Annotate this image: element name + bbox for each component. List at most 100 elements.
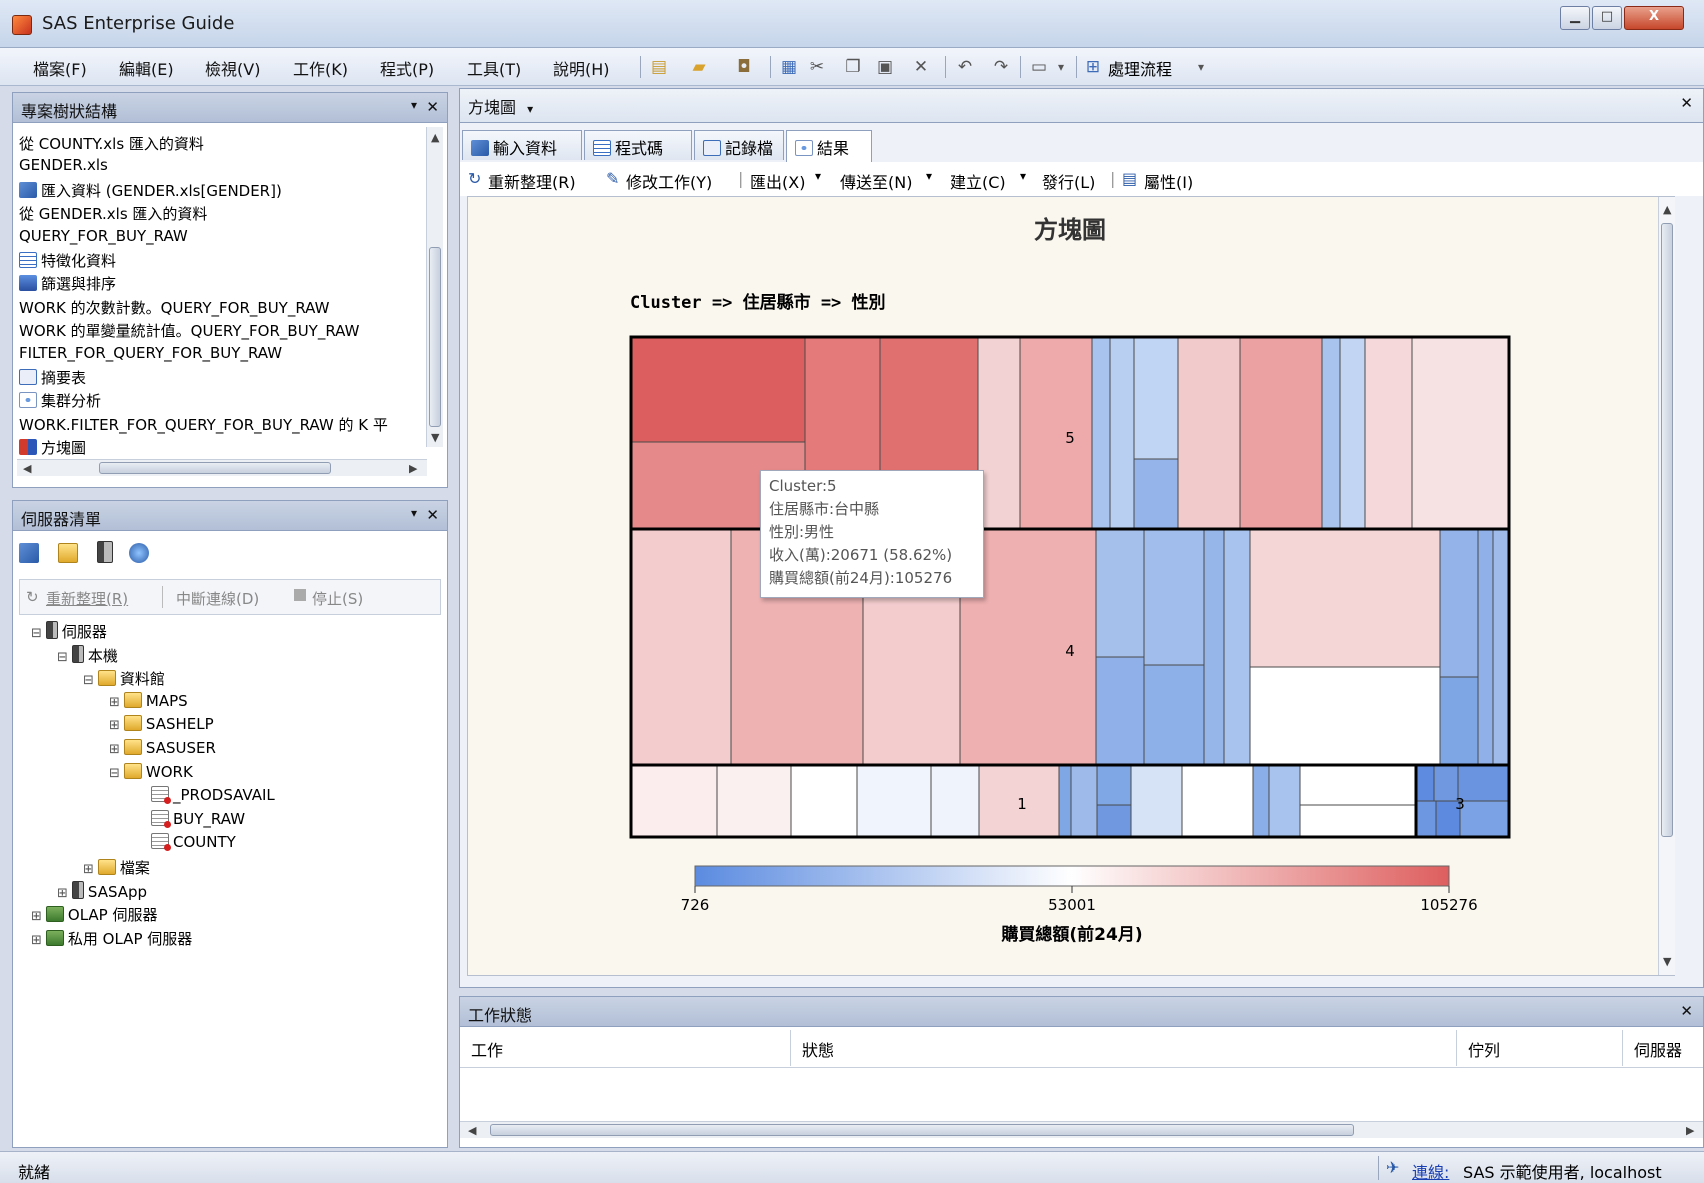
panel-menu-icon[interactable]: ▾ [411,506,417,520]
scroll-left-icon[interactable]: ◀ [468,1124,476,1137]
project-tree-item[interactable]: 摘要表 [19,367,86,388]
mosaic-cell[interactable] [1133,458,1179,530]
server-tree-node[interactable]: ⊞ OLAP 伺服器 [31,904,158,925]
cut-icon[interactable]: ✂ [806,56,828,78]
chevron-down-icon[interactable]: ▾ [1050,56,1072,78]
column-task[interactable]: 工作 [471,1037,503,1061]
collapse-icon[interactable]: ⊟ [83,673,94,688]
mosaic-cell[interactable] [1457,764,1510,802]
collapse-icon[interactable]: ⊟ [31,626,42,641]
mosaic-cell[interactable] [1096,804,1132,838]
expand-icon[interactable]: ⊞ [109,742,120,757]
server-view-icon[interactable] [96,541,113,563]
server-tree-node[interactable]: ⊟ WORK [109,762,193,781]
mosaic-cell[interactable] [1252,764,1270,838]
mosaic-cell[interactable] [1339,336,1366,530]
mosaic-cell[interactable] [1095,528,1145,658]
copy-icon[interactable]: ❐ [842,56,864,78]
menu-program[interactable]: 程式(P) [380,56,434,80]
mosaic-cell[interactable] [1439,528,1479,678]
vertical-scrollbar[interactable]: ▲ ▼ [426,127,443,447]
mosaic-cell[interactable] [1411,336,1510,530]
mosaic-cell[interactable] [1268,764,1301,838]
mosaic-cell[interactable] [977,336,1021,530]
expand-icon[interactable]: ⊞ [83,862,94,877]
column-queue[interactable]: 佇列 [1468,1037,1500,1061]
tab-code[interactable]: 程式碼 [584,130,692,160]
mosaic-cell[interactable] [1109,336,1135,530]
export-button[interactable]: 匯出(X) [750,169,805,193]
chevron-down-icon[interactable]: ▾ [926,169,932,183]
mosaic-cell[interactable] [1096,764,1132,806]
globe-icon[interactable] [129,543,150,563]
server-tree-node[interactable]: BUY_RAW [135,809,245,828]
menu-task[interactable]: 工作(K) [293,56,348,80]
disconnect-button[interactable]: 中斷連線(D) [176,588,259,609]
mosaic-cell[interactable] [630,336,806,443]
mosaic-cell[interactable] [790,764,858,838]
project-tree-item[interactable]: WORK 的次數計數。QUERY_FOR_BUY_RAW [19,297,329,318]
horizontal-scrollbar[interactable]: ◀ ▶ [17,459,427,476]
delete-icon[interactable]: ✕ [910,56,932,78]
chevron-down-icon[interactable]: ▾ [527,102,533,116]
process-flow-icon[interactable]: ⊞ [1082,56,1104,78]
scroll-up-icon[interactable]: ▲ [431,131,439,144]
mosaic-cell[interactable] [630,764,718,838]
document-title[interactable]: 方塊圖 [468,98,516,117]
menu-help[interactable]: 說明(H) [553,56,610,80]
undo-icon[interactable]: ↶ [954,56,976,78]
scroll-down-icon[interactable]: ▼ [431,431,439,444]
expand-icon[interactable]: ⊞ [109,718,120,733]
tab-log[interactable]: 記錄檔 [694,130,784,160]
project-tree-item[interactable]: FILTER_FOR_QUERY_FOR_BUY_RAW [19,344,282,362]
server-tree-node[interactable]: ⊞ 私用 OLAP 伺服器 [31,928,192,949]
column-status[interactable]: 狀態 [802,1037,834,1061]
save-icon[interactable]: ◘ [733,56,755,78]
mosaic-cell[interactable] [1058,764,1072,838]
close-icon[interactable]: ✕ [426,506,439,524]
mosaic-cell[interactable] [1091,336,1111,530]
horizontal-scrollbar[interactable]: ◀ ▶ [460,1121,1703,1138]
folder-icon[interactable] [57,543,78,563]
server-tree-node[interactable]: ⊞ SASApp [57,880,147,901]
paste-icon[interactable]: ▣ [874,56,896,78]
server-tree-node[interactable]: ⊟ 伺服器 [31,621,107,642]
expand-icon[interactable]: ⊞ [109,695,120,710]
scroll-up-icon[interactable]: ▲ [1663,203,1671,216]
mosaic-cell[interactable] [1223,528,1251,766]
mosaic-cell[interactable] [1492,528,1510,766]
project-tree-item[interactable]: QUERY_FOR_BUY_RAW [19,227,188,245]
mosaic-cell[interactable] [1143,664,1205,766]
project-tree-item[interactable]: 方塊圖 [19,437,86,458]
server-tree-node[interactable]: ⊟ 資料館 [83,668,165,689]
server-icon[interactable] [19,543,39,563]
refresh-button[interactable]: 重新整理(R) [488,169,576,193]
vertical-scrollbar[interactable]: ▲ ▼ [1658,197,1675,975]
scroll-left-icon[interactable]: ◀ [23,462,31,475]
new-icon[interactable]: ▤ [648,56,670,78]
refresh-button[interactable]: 重新整理(R) [46,588,128,609]
mosaic-cell[interactable] [1181,764,1254,838]
send-to-button[interactable]: 傳送至(N) [840,169,912,193]
close-icon[interactable]: ✕ [1680,94,1693,112]
mosaic-cell[interactable] [1143,528,1205,666]
chevron-down-icon[interactable]: ▾ [1020,169,1026,183]
expand-icon[interactable]: ⊞ [57,886,68,901]
minimize-button[interactable]: ▁ [1560,6,1590,30]
create-button[interactable]: 建立(C) [950,169,1006,193]
publish-button[interactable]: 發行(L) [1042,169,1095,193]
stop-button[interactable]: 停止(S) [312,588,363,609]
server-tree-node[interactable]: ⊞ 檔案 [83,857,150,878]
mosaic-cell[interactable] [1439,676,1479,766]
scroll-thumb[interactable] [429,247,441,427]
mosaic-cell[interactable] [1249,666,1441,766]
mosaic-cell[interactable] [1133,336,1179,460]
scroll-right-icon[interactable]: ▶ [1686,1124,1694,1137]
redo-icon[interactable]: ↷ [990,56,1012,78]
mosaic-cell[interactable] [1477,528,1494,766]
mosaic-cell[interactable] [630,528,732,766]
collapse-icon[interactable]: ⊟ [109,766,120,781]
mosaic-cell[interactable] [1321,336,1341,530]
project-tree-item[interactable]: GENDER.xls [19,156,108,174]
server-tree-node[interactable]: COUNTY [135,833,236,852]
